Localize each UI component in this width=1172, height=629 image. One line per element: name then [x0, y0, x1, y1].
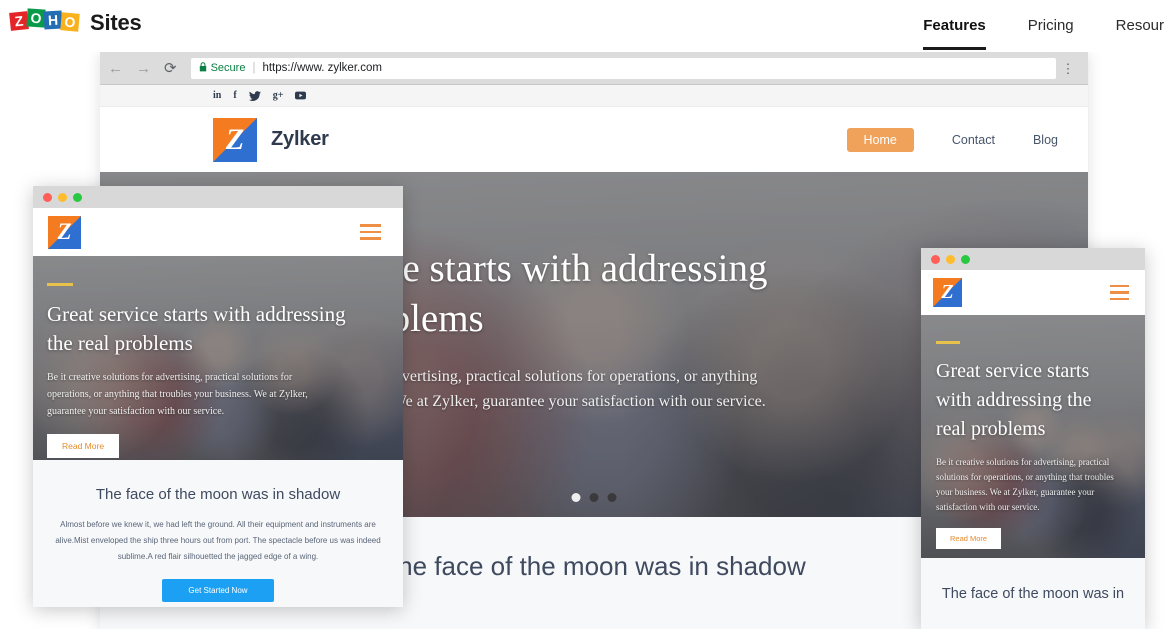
site-nav-blog[interactable]: Blog [1033, 133, 1058, 147]
lock-icon [199, 62, 207, 74]
nav-item-features[interactable]: Features [923, 17, 986, 50]
maximize-button[interactable] [961, 254, 970, 264]
zylker-logo-icon[interactable]: Z [933, 278, 962, 307]
url-bar[interactable]: Secure | https://www. zylker.com [190, 57, 1056, 79]
carousel-dot-3[interactable] [607, 493, 617, 502]
facebook-icon[interactable]: f [233, 90, 236, 101]
zylker-logo-letter: Z [225, 122, 245, 156]
mobile-site-header: Z [921, 270, 1145, 315]
section-heading: The face of the moon was in [941, 586, 1125, 602]
zylker-logo-icon: Z [213, 117, 257, 162]
tablet-titlebar [33, 186, 403, 208]
url-text: https://www. zylker.com [262, 62, 382, 74]
back-icon[interactable]: ← [108, 61, 123, 76]
youtube-icon[interactable] [295, 91, 307, 100]
mobile-titlebar [921, 248, 1145, 270]
reload-icon[interactable]: ⟳ [164, 59, 177, 77]
hero-content: Great service starts with addressing the… [33, 256, 403, 458]
hero-body: Be it creative solutions for advertising… [936, 456, 1114, 512]
section-body: Almost before we knew it, we had left th… [55, 520, 381, 561]
url-separator: | [252, 62, 256, 74]
twitter-icon[interactable] [248, 90, 261, 101]
section-heading: The face of the moon was in shadow [95, 486, 341, 503]
nav-item-resources[interactable]: Resour [1116, 17, 1164, 36]
zoho-logo: Z O H O [9, 8, 80, 36]
site-nav: Home Contact Blog [846, 127, 1058, 152]
read-more-button[interactable]: Read More [936, 527, 1002, 549]
mobile-hero-banner: Great service starts with addressing the… [921, 315, 1145, 558]
nav-item-pricing[interactable]: Pricing [1028, 17, 1074, 36]
tablet-hero-banner: Great service starts with addressing the… [33, 256, 403, 460]
close-button[interactable] [931, 254, 940, 264]
hero-body: Be it creative solutions for advertising… [47, 371, 308, 417]
browser-chrome-bar: ← → ⟳ Secure | https://www. zylker.com ⋮ [100, 52, 1088, 85]
zylker-brand[interactable]: Z Zylker [213, 117, 329, 162]
hero-heading: Great service starts with addressing the… [936, 359, 1092, 440]
tablet-site-header: Z [33, 208, 403, 256]
hero-accent-dash [47, 283, 73, 286]
zylker-logo-icon[interactable]: Z [48, 215, 81, 249]
carousel-dot-2[interactable] [589, 493, 599, 502]
maximize-button[interactable] [73, 192, 82, 202]
minimize-button[interactable] [58, 192, 67, 202]
browser-menu-icon[interactable]: ⋮ [1056, 62, 1080, 75]
hero-content: Great service starts with addressing the… [921, 315, 1145, 549]
get-started-button[interactable]: Get Started Now [162, 579, 274, 602]
hero-heading: Great service starts with addressing the… [47, 301, 346, 355]
read-more-button[interactable]: Read More [47, 433, 120, 458]
linkedin-icon[interactable]: in [213, 90, 221, 101]
carousel-dots [571, 493, 617, 502]
zoho-nav: Features Pricing Resour [923, 0, 1172, 52]
site-nav-home[interactable]: Home [846, 127, 914, 152]
zoho-topbar: Z O H O Sites Features Pricing Resour [0, 0, 1172, 52]
carousel-dot-1[interactable] [571, 493, 581, 502]
zylker-brand-name: Zylker [271, 128, 329, 150]
googleplus-icon[interactable]: g+ [273, 90, 284, 101]
zylker-logo-letter: Z [941, 281, 954, 303]
zylker-logo-letter: Z [57, 219, 72, 244]
zoho-brand[interactable]: Z O H O Sites [9, 8, 142, 36]
site-nav-contact[interactable]: Contact [952, 133, 995, 147]
secure-label: Secure [210, 62, 246, 74]
close-button[interactable] [43, 192, 52, 202]
section-heading: The face of the moon was in shadow [382, 551, 806, 581]
zoho-logo-letter-o2: O [60, 12, 80, 32]
minimize-button[interactable] [946, 254, 955, 264]
tablet-preview-window: Z Great service starts with addressing t… [33, 186, 403, 607]
hamburger-menu-icon[interactable] [1110, 283, 1129, 303]
forward-icon[interactable]: → [136, 61, 151, 76]
hamburger-menu-icon[interactable] [360, 222, 381, 242]
social-icons-bar: in f g+ [100, 85, 1088, 107]
tablet-content-section: The face of the moon was in shadow Almos… [33, 460, 403, 607]
mobile-content-section: The face of the moon was in [921, 558, 1145, 629]
hero-accent-dash [936, 341, 960, 344]
page-title: Sites [90, 10, 142, 35]
site-header: Z Zylker Home Contact Blog [100, 107, 1088, 172]
mobile-preview-window: Z Great service starts with addressing t… [921, 248, 1145, 629]
